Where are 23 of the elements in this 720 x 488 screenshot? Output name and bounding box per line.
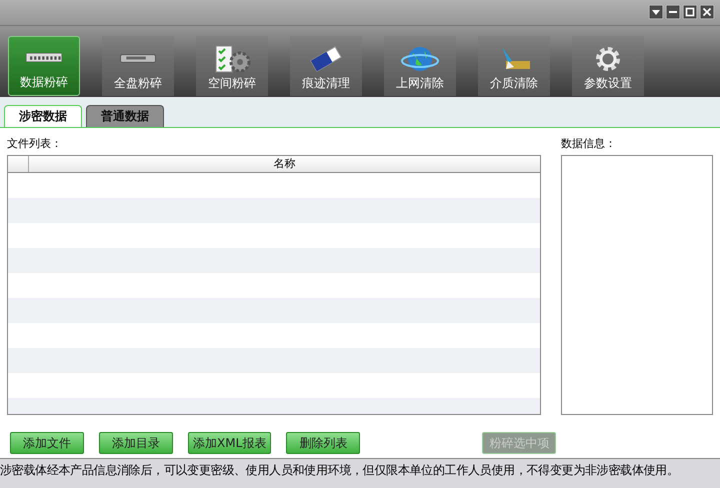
status-message: 涉密载体经本产品信息消除后，可以变更密级、使用人员和使用环境，但仅限本单位的工作人员使用，不得变更为非涉密载体使用。	[0, 458, 720, 488]
minimize-icon[interactable]	[666, 5, 680, 19]
action-button[interactable]: 添加文件	[10, 432, 84, 454]
toolbar-button[interactable]: 痕迹清理	[290, 36, 362, 96]
globe-icon	[400, 45, 440, 73]
toolbar-button[interactable]: 空间粉碎	[196, 36, 268, 96]
close-icon[interactable]	[700, 5, 714, 19]
toolbar-button[interactable]: 上网清除	[384, 36, 456, 96]
toolbar-button[interactable]: 数据粉碎	[8, 36, 80, 96]
data-info-label: 数据信息：	[561, 136, 617, 151]
action-button[interactable]: 删除列表	[286, 432, 360, 454]
action-button[interactable]: 添加XML报表	[188, 432, 272, 454]
dropdown-icon[interactable]	[649, 5, 663, 19]
memory-chip-icon	[26, 53, 62, 62]
toolbar-button[interactable]: 参数设置	[572, 36, 644, 96]
file-list-label: 文件列表：	[7, 136, 63, 151]
tab[interactable]: 普通数据	[86, 105, 164, 127]
maximize-icon[interactable]	[683, 5, 697, 19]
toolbar-button[interactable]: 全盘粉碎	[102, 36, 174, 96]
toolbar-button[interactable]: 介质清除	[478, 36, 550, 96]
hard-drive-icon	[120, 54, 156, 63]
tab[interactable]: 涉密数据	[4, 105, 82, 127]
action-button[interactable]: 添加目录	[99, 432, 173, 454]
